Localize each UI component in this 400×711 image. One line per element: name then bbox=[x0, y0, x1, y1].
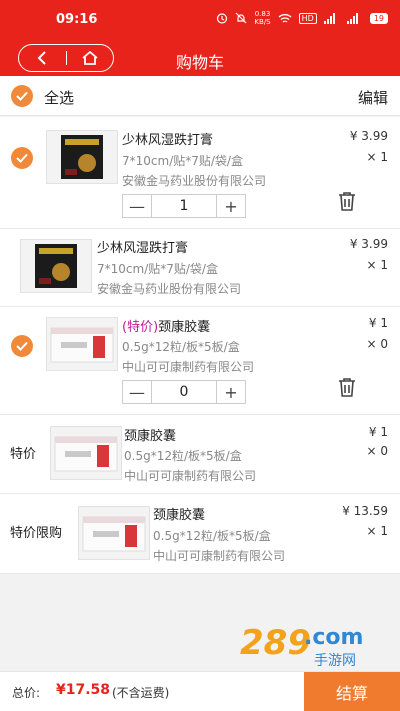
product-image[interactable] bbox=[20, 239, 92, 293]
product-image[interactable] bbox=[78, 506, 150, 560]
product-name[interactable]: 少林风湿跌打膏 bbox=[97, 237, 188, 256]
decrease-button[interactable]: — bbox=[123, 381, 151, 403]
product-price: ¥ 3.99 bbox=[349, 237, 388, 251]
product-spec: 0.5g*12粒/板*5板/盒 bbox=[153, 529, 271, 543]
cart-item: 少林风湿跌打膏 7*10cm/贴*7贴/袋/盒 安徽金马药业股份有限公司 ¥ 3… bbox=[0, 229, 400, 307]
edit-button[interactable]: 编辑 bbox=[358, 87, 388, 108]
product-maker: 安徽金马药业股份有限公司 bbox=[97, 282, 242, 296]
increase-button[interactable]: + bbox=[217, 195, 245, 217]
product-maker: 中山可可康制药有限公司 bbox=[122, 360, 255, 374]
product-price: ¥ 1 bbox=[368, 316, 388, 330]
product-image[interactable] bbox=[50, 426, 122, 480]
special-price-tag: (特价) bbox=[122, 320, 159, 335]
status-bar: 09:16 0.83 KB/S HD 19 bbox=[0, 0, 400, 40]
wifi-icon bbox=[278, 13, 292, 23]
cart-list: 少林风湿跌打膏 7*10cm/贴*7贴/袋/盒 安徽金马药业股份有限公司 ¥ 3… bbox=[0, 117, 400, 574]
product-price: ¥ 13.59 bbox=[342, 504, 388, 518]
alarm-icon bbox=[217, 13, 228, 24]
product-name[interactable]: 少林风湿跌打膏 bbox=[122, 129, 213, 148]
quantity-stepper: — 0 + bbox=[122, 380, 246, 404]
product-name[interactable]: 颈康胶囊 bbox=[153, 504, 205, 523]
product-maker: 安徽金马药业股份有限公司 bbox=[122, 174, 267, 188]
status-icons: 0.83 KB/S HD 19 bbox=[216, 10, 388, 26]
product-qty: × 1 bbox=[366, 524, 388, 538]
select-all-row: 全选 编辑 bbox=[0, 76, 400, 116]
select-all-label[interactable]: 全选 bbox=[44, 87, 74, 108]
net-speed: 0.83 KB/S bbox=[254, 10, 271, 26]
trash-icon[interactable] bbox=[336, 376, 358, 398]
special-price-label: 特价 bbox=[10, 447, 37, 462]
check-icon bbox=[16, 153, 28, 163]
product-image[interactable] bbox=[46, 317, 118, 371]
product-maker: 中山可可康制药有限公司 bbox=[153, 549, 286, 563]
item-checkbox[interactable] bbox=[11, 147, 33, 169]
product-spec: 7*10cm/贴*7贴/袋/盒 bbox=[97, 262, 218, 276]
quantity-input[interactable]: 0 bbox=[151, 381, 217, 403]
product-spec: 0.5g*12粒/板*5板/盒 bbox=[124, 449, 242, 463]
watermark-logo: 289 .com 手游网 bbox=[240, 623, 363, 668]
cart-item: 特价 颈康胶囊 0.5g*12粒/板*5板/盒 中山可可康制药有限公司 ¥ 1 … bbox=[0, 415, 400, 494]
checkout-button[interactable]: 结算 bbox=[304, 672, 400, 711]
status-time: 09:16 bbox=[56, 12, 98, 27]
decrease-button[interactable]: — bbox=[123, 195, 151, 217]
increase-button[interactable]: + bbox=[217, 381, 245, 403]
product-qty: × 1 bbox=[366, 258, 388, 272]
select-all-checkbox[interactable] bbox=[11, 85, 33, 107]
quantity-input[interactable]: 1 bbox=[151, 195, 217, 217]
nav-bar: 购物车 bbox=[0, 40, 400, 76]
cart-item: 特价限购 颈康胶囊 0.5g*12粒/板*5板/盒 中山可可康制药有限公司 ¥ … bbox=[0, 494, 400, 574]
product-image[interactable] bbox=[46, 130, 118, 184]
total-label: 总价: bbox=[12, 686, 41, 700]
check-icon bbox=[16, 341, 28, 351]
svg-text:289: 289 bbox=[240, 623, 311, 663]
product-spec: 7*10cm/贴*7贴/袋/盒 bbox=[122, 154, 243, 168]
signal-icon bbox=[323, 12, 335, 24]
quantity-stepper: — 1 + bbox=[122, 194, 246, 218]
shipping-note: (不含运费) bbox=[112, 686, 170, 700]
battery-icon: 19 bbox=[369, 12, 388, 24]
product-price: ¥ 1 bbox=[368, 425, 388, 439]
svg-text:手游网: 手游网 bbox=[314, 653, 356, 668]
product-qty: × 0 bbox=[366, 444, 388, 458]
svg-text:.com: .com bbox=[304, 625, 363, 650]
check-icon bbox=[16, 91, 28, 101]
item-checkbox[interactable] bbox=[11, 335, 33, 357]
product-price: ¥ 3.99 bbox=[349, 129, 388, 143]
trash-icon[interactable] bbox=[336, 190, 358, 212]
cart-item: (特价)颈康胶囊 0.5g*12粒/板*5板/盒 中山可可康制药有限公司 ¥ 1… bbox=[0, 307, 400, 415]
cart-item: 少林风湿跌打膏 7*10cm/贴*7贴/袋/盒 安徽金马药业股份有限公司 ¥ 3… bbox=[0, 117, 400, 229]
product-maker: 中山可可康制药有限公司 bbox=[124, 469, 257, 483]
product-name[interactable]: (特价)颈康胶囊 bbox=[122, 316, 210, 335]
checkout-bar: 总价: ¥17.58 (不含运费) 结算 bbox=[0, 671, 400, 711]
mute-bell-icon bbox=[235, 12, 247, 24]
product-name[interactable]: 颈康胶囊 bbox=[124, 425, 176, 444]
limited-special-label: 特价限购 bbox=[10, 526, 63, 541]
product-spec: 0.5g*12粒/板*5板/盒 bbox=[122, 340, 240, 354]
signal-icon-2 bbox=[346, 12, 358, 24]
hd-badge: HD bbox=[298, 12, 317, 24]
product-qty: × 0 bbox=[366, 337, 388, 351]
total-value: ¥17.58 bbox=[56, 682, 111, 698]
page-title: 购物车 bbox=[175, 53, 224, 72]
product-qty: × 1 bbox=[366, 150, 388, 164]
